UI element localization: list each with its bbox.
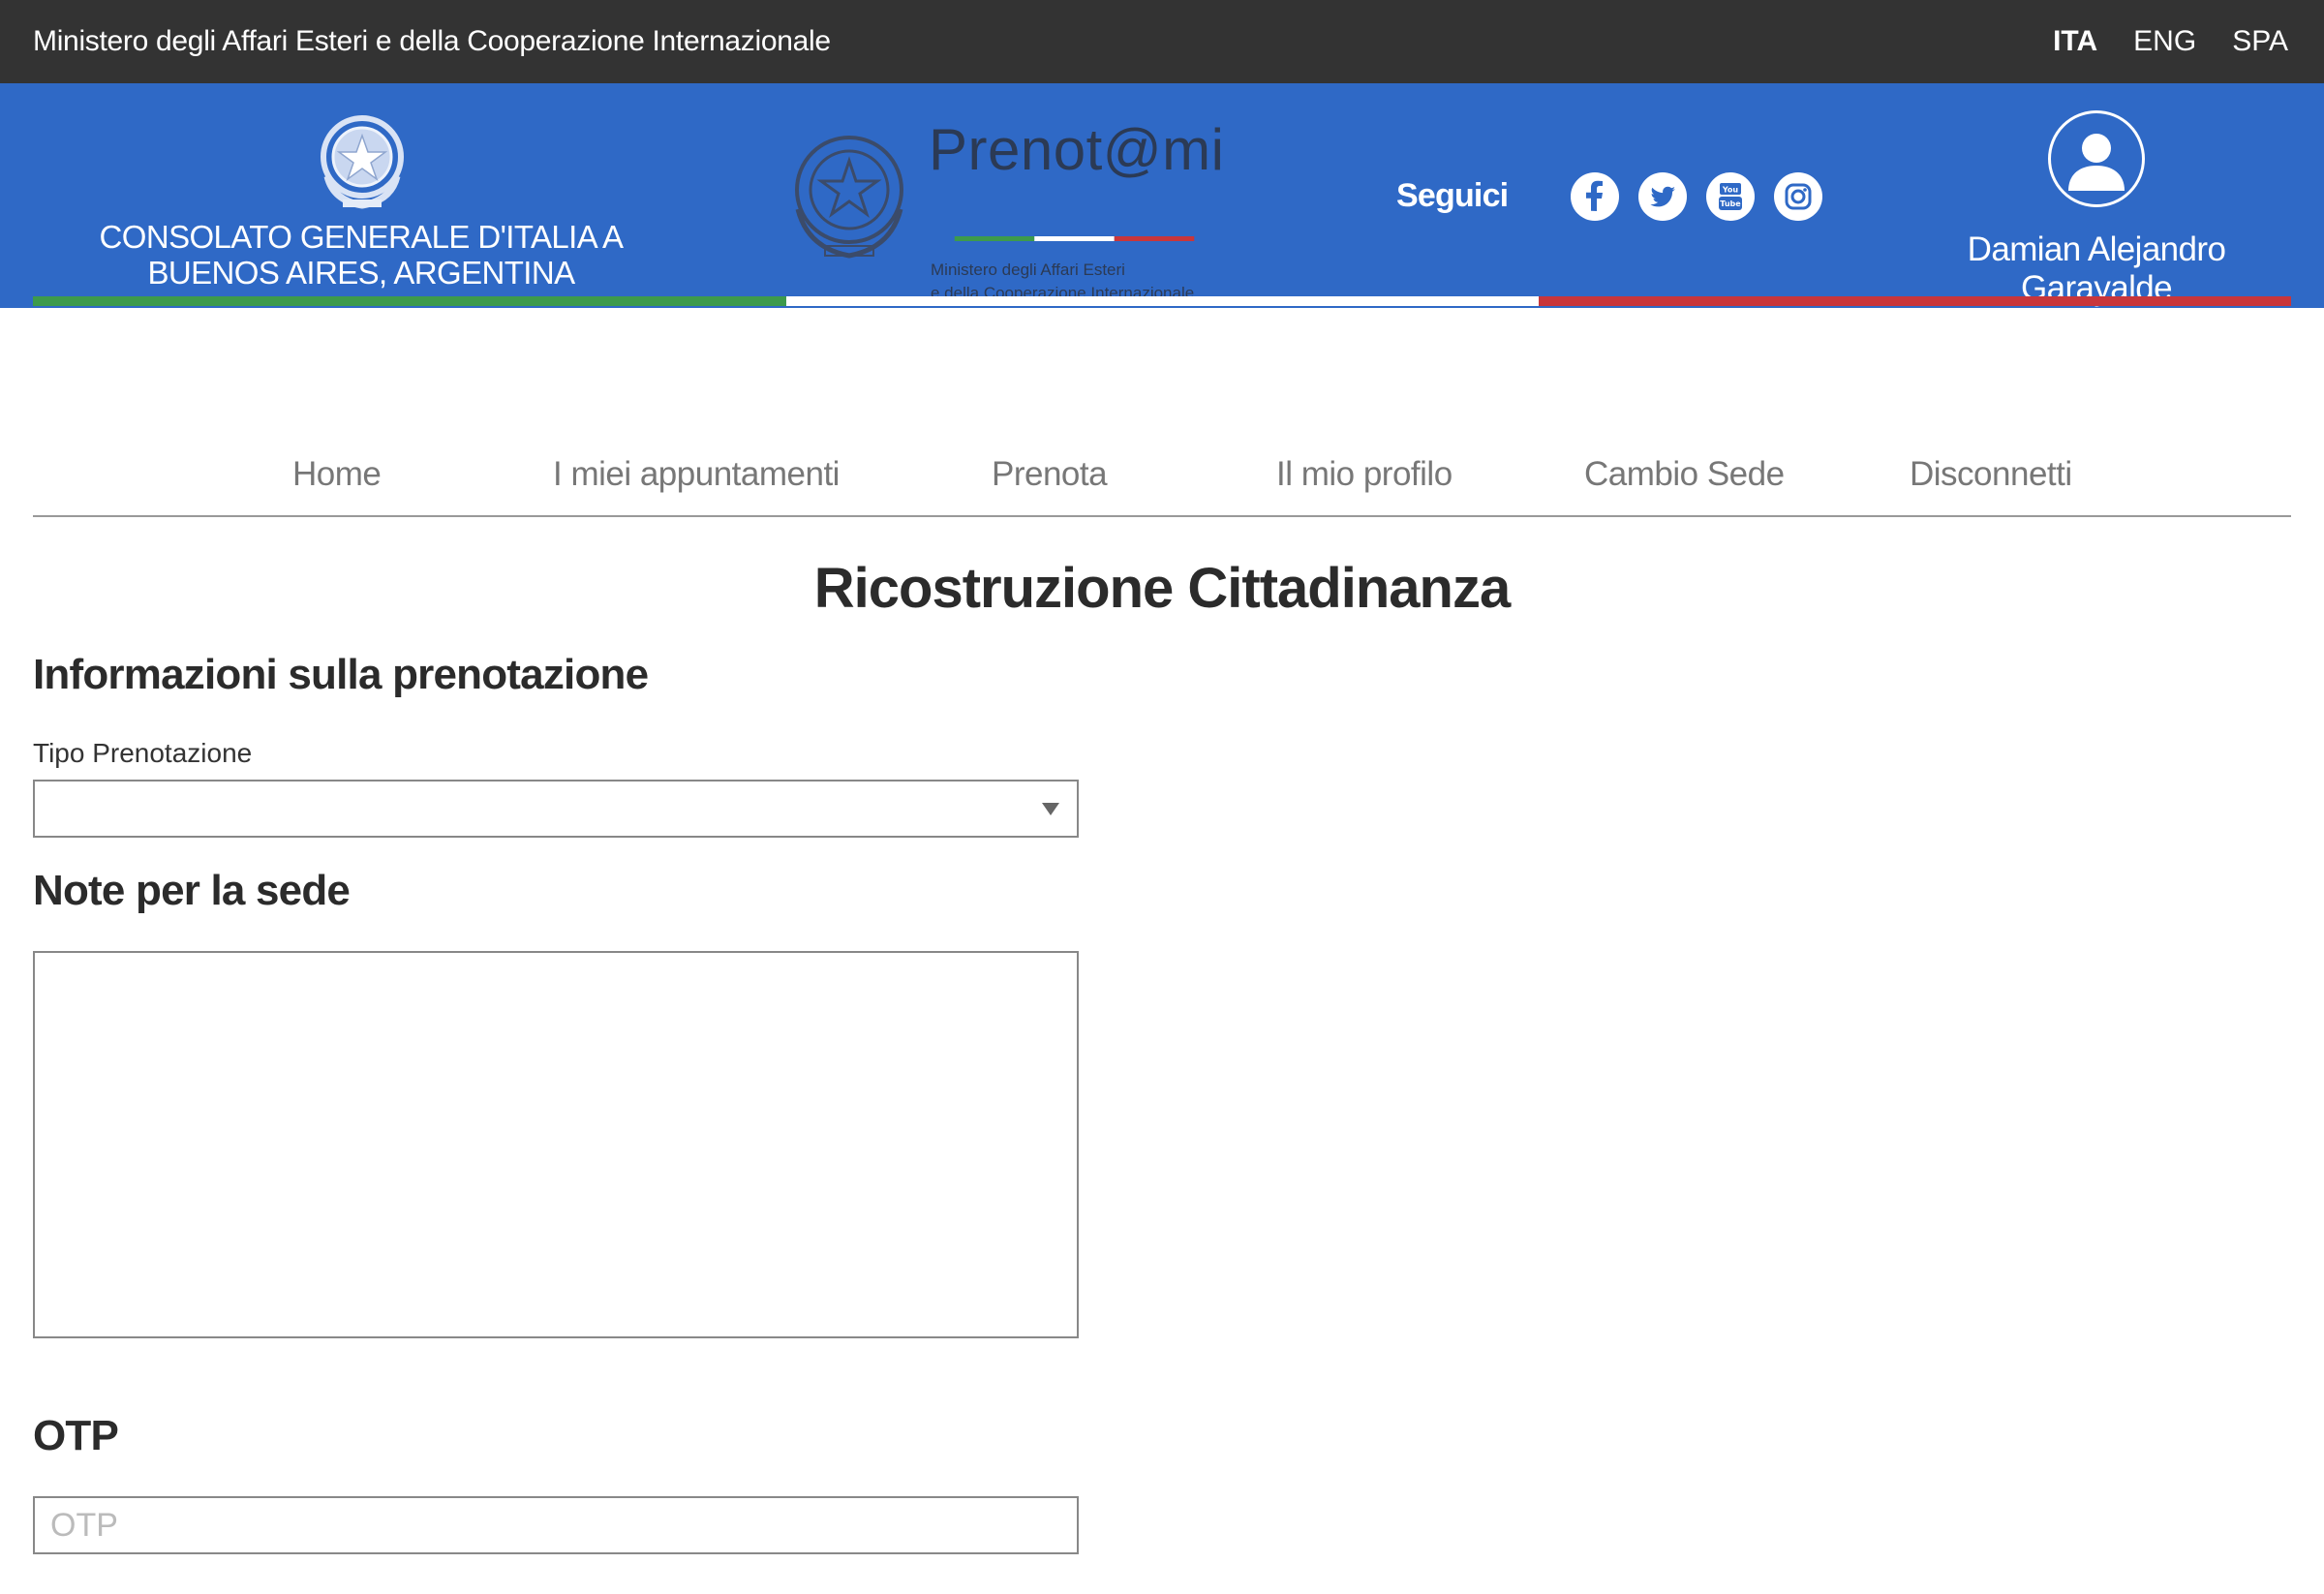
lang-eng[interactable]: ENG	[2133, 25, 2196, 58]
flag-green-bar	[33, 296, 786, 306]
note-textarea[interactable]	[33, 951, 1079, 1338]
user-avatar-icon	[2048, 110, 2145, 207]
section-info-heading: Informazioni sulla prenotazione	[33, 651, 649, 698]
tipo-prenotazione-label: Tipo Prenotazione	[33, 738, 253, 768]
section-note-heading: Note per la sede	[33, 867, 351, 914]
youtube-icon[interactable]: You Tube	[1706, 172, 1755, 221]
nav-cambio-sede[interactable]: Cambio Sede	[1584, 455, 1785, 494]
consolato-block[interactable]: CONSOLATO GENERALE D'ITALIA A BUENOS AIR…	[33, 83, 689, 296]
brand-name: Prenot@mi	[929, 117, 1225, 182]
nav-prenota[interactable]: Prenota	[992, 455, 1108, 494]
consolato-name-line2: BUENOS AIRES, ARGENTINA	[147, 255, 576, 291]
user-menu[interactable]: Damian Alejandro Garayalde	[1898, 110, 2295, 307]
facebook-icon[interactable]	[1571, 172, 1619, 221]
republic-seal-icon	[795, 136, 903, 259]
nav-disconnetti[interactable]: Disconnetti	[1910, 455, 2072, 494]
lang-ita[interactable]: ITA	[2053, 25, 2097, 58]
flag-white-bar	[786, 296, 1539, 306]
main-nav: Home I miei appuntamenti Prenota Il mio …	[33, 445, 2291, 517]
ministry-name: Ministero degli Affari Esteri e della Co…	[33, 25, 831, 57]
lang-spa[interactable]: SPA	[2232, 25, 2288, 58]
flag-red-bar	[1539, 296, 2291, 306]
svg-text:Tube: Tube	[1720, 199, 1741, 208]
nav-appuntamenti[interactable]: I miei appuntamenti	[553, 455, 840, 494]
brand-subtitle-line1: Ministero degli Affari Esteri	[931, 261, 1125, 279]
section-otp-heading: OTP	[33, 1412, 119, 1459]
tipo-prenotazione-select[interactable]	[33, 780, 1079, 838]
twitter-icon[interactable]	[1638, 172, 1687, 221]
prenotami-logo[interactable]: Prenot@mi Ministero degli Affari Esteri …	[786, 117, 1232, 302]
consolato-name: CONSOLATO GENERALE D'ITALIA A BUENOS AIR…	[33, 219, 689, 291]
tricolor-stripe	[954, 236, 1195, 241]
page-title: Ricostruzione Cittadinanza	[813, 557, 1511, 620]
otp-input[interactable]	[33, 1496, 1079, 1554]
language-switcher: ITA ENG SPA	[2053, 25, 2288, 58]
consolato-name-line1: CONSOLATO GENERALE D'ITALIA A	[99, 219, 625, 255]
svg-text:You: You	[1722, 186, 1739, 195]
top-bar: Ministero degli Affari Esteri e della Co…	[0, 0, 2324, 83]
italian-emblem-icon	[321, 115, 404, 209]
seguici-label: Seguici	[1396, 177, 1509, 214]
instagram-icon[interactable]	[1774, 172, 1822, 221]
chevron-down-icon	[1042, 803, 1059, 815]
nav-profilo[interactable]: Il mio profilo	[1276, 455, 1452, 494]
header: CONSOLATO GENERALE D'ITALIA A BUENOS AIR…	[0, 83, 2324, 308]
nav-home[interactable]: Home	[292, 455, 382, 494]
